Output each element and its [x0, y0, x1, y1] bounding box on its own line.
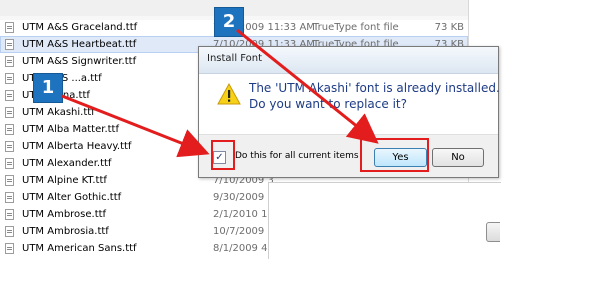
- file-name: UTM American Sans.ttf: [22, 243, 137, 254]
- font-file-icon: [5, 192, 14, 203]
- file-size: 73 KB: [434, 22, 464, 33]
- step-badge-2: 2: [215, 8, 243, 36]
- file-name: UTM Alexander.ttf: [22, 158, 112, 169]
- dialog-footer: ✓ Do this for all current items Yes No: [199, 134, 498, 177]
- preview-panel: [268, 182, 501, 259]
- file-name: UTM Akashi.ttf: [22, 107, 95, 118]
- dialog-title: Install Font: [207, 53, 263, 64]
- install-font-dialog: Install Font The 'UTM Akashi' font is al…: [198, 46, 500, 178]
- font-file-icon: [5, 209, 14, 220]
- font-file-icon: [5, 175, 14, 186]
- file-name: UTM A&S Graceland.ttf: [22, 22, 138, 33]
- font-file-icon: [5, 226, 14, 237]
- file-name: UTM A&S Heartbeat.ttf: [22, 39, 137, 50]
- yes-highlight-box: [360, 138, 429, 172]
- font-file-icon: [5, 22, 14, 33]
- font-file-icon: [5, 39, 14, 50]
- warning-icon: [217, 82, 241, 105]
- apply-all-label: Do this for all current items: [235, 151, 359, 161]
- partial-button[interactable]: [486, 222, 500, 242]
- step-badge-1: 1: [34, 74, 62, 102]
- file-date: 9/30/2009 3: [213, 192, 274, 203]
- file-name: UTM Alter Gothic.ttf: [22, 192, 122, 203]
- checkbox-highlight-box: [211, 140, 235, 170]
- file-date: 2/1/2010 10: [213, 209, 274, 220]
- dialog-titlebar: Install Font: [199, 47, 498, 74]
- no-button[interactable]: No: [432, 148, 484, 167]
- file-name: UTM Ambrose.ttf: [22, 209, 107, 220]
- file-name: UTM Alpine KT.ttf: [22, 175, 107, 186]
- font-file-icon: [5, 158, 14, 169]
- dialog-message-line2: Do you want to replace it?: [249, 97, 407, 111]
- font-file-icon: [5, 243, 14, 254]
- file-name: UTM Alba Matter.ttf: [22, 124, 119, 135]
- font-file-icon: [5, 107, 14, 118]
- file-name: UTM A&S Signwriter.ttf: [22, 56, 137, 67]
- file-date: 10/7/2009 3: [213, 226, 274, 237]
- file-type: TrueType font file: [313, 22, 399, 33]
- font-file-icon: [5, 124, 14, 135]
- font-file-icon: [5, 90, 14, 101]
- font-file-icon: [5, 56, 14, 67]
- font-file-icon: [5, 141, 14, 152]
- file-name: UTM Alberta Heavy.ttf: [22, 141, 132, 152]
- font-file-icon: [5, 73, 14, 84]
- dialog-message-line1: The 'UTM Akashi' font is already install…: [249, 81, 500, 95]
- file-name: UTM Ambrosia.ttf: [22, 226, 109, 237]
